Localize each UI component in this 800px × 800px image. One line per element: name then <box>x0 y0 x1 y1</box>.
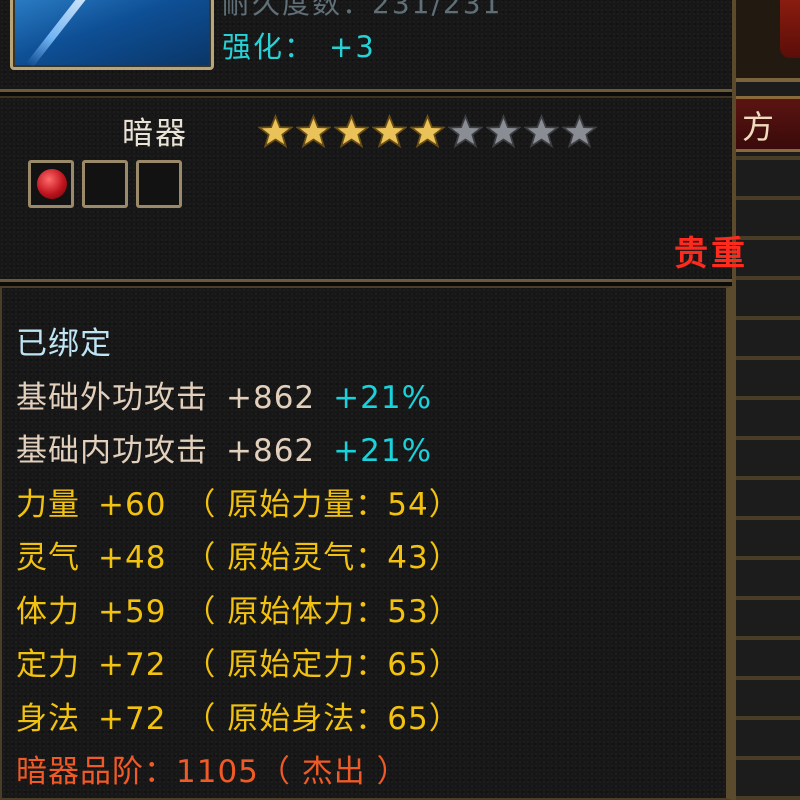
bound-status: 已绑定 <box>16 326 112 362</box>
original-label: （ 原始体力： <box>184 593 388 630</box>
grade-label: 暗器品阶： <box>16 754 176 790</box>
star-icon-filled <box>334 114 369 149</box>
original-value: 54 <box>387 486 429 523</box>
original-value: 65 <box>387 700 429 737</box>
stat-list: 已绑定 基础外功攻击 +862 +21% 基础内功攻击 +862 +21% 力量 +60 （ 原… <box>16 318 461 800</box>
original-label: （ 原始定力： <box>184 647 388 683</box>
red-gem-icon <box>37 169 67 199</box>
original-suffix: ） <box>428 486 461 523</box>
gem-socket-3[interactable] <box>136 160 182 208</box>
star-icon-filled <box>258 114 293 149</box>
stat-value: +862 <box>226 379 316 416</box>
stat-bonus: +21% <box>333 433 433 469</box>
original-label: （ 原始力量： <box>184 486 388 523</box>
attribute-label: 灵气 <box>16 540 80 576</box>
grade-line: 暗器品阶：1105（ 杰出 ） <box>16 746 461 800</box>
enhance-label: 强化： <box>222 30 316 64</box>
original-suffix: ） <box>428 700 461 737</box>
attribute-value: +48 <box>98 540 167 576</box>
star-icon-filled <box>410 114 445 149</box>
attribute-value: +60 <box>98 486 167 523</box>
attribute-line: 力量 +60 （ 原始力量：54） <box>16 479 461 533</box>
star-icon-empty <box>524 114 559 149</box>
stat-bonus: +21% <box>333 379 433 416</box>
item-header-panel: 耐久度数：231/231 强化： +3 <box>0 0 732 92</box>
attribute-value: +72 <box>98 647 167 683</box>
enhance-level: 强化： +3 <box>222 24 376 66</box>
attribute-value: +59 <box>98 593 167 630</box>
star-icon-filled <box>296 114 331 149</box>
attribute-line: 灵气 +48 （ 原始灵气：43） <box>16 532 461 586</box>
enhance-value: +3 <box>329 30 376 64</box>
original-suffix: ） <box>428 647 461 683</box>
right-tab[interactable]: 方 <box>736 96 800 152</box>
durability-text: 耐久度数：231/231 <box>222 0 503 20</box>
attribute-line: 体力 +59 （ 原始体力：53） <box>16 586 461 640</box>
base-attack-line: 基础内功攻击 +862 +21% <box>16 425 461 479</box>
attribute-label: 身法 <box>16 700 80 737</box>
star-rating <box>258 114 597 149</box>
star-icon-empty <box>486 114 521 149</box>
stat-label: 基础外功攻击 <box>16 379 208 416</box>
attribute-label: 体力 <box>16 593 80 630</box>
attribute-label: 力量 <box>16 486 80 523</box>
right-tab-label: 方 <box>742 108 775 146</box>
original-label: （ 原始灵气： <box>184 540 388 576</box>
throwing-weapon-icon <box>10 0 214 70</box>
star-icon-filled <box>372 114 407 149</box>
stat-label: 基础内功攻击 <box>16 433 208 469</box>
stat-value: +862 <box>226 433 316 469</box>
attribute-value: +72 <box>98 700 167 737</box>
original-suffix: ） <box>428 593 461 630</box>
attribute-label: 定力 <box>16 647 80 683</box>
star-icon-empty <box>562 114 597 149</box>
attribute-line: 定力 +72 （ 原始定力：65） <box>16 639 461 693</box>
original-value: 65 <box>387 647 429 683</box>
original-suffix: ） <box>428 540 461 576</box>
item-type: 暗器 <box>122 116 188 152</box>
gem-socket-1[interactable] <box>28 160 74 208</box>
gem-socket-2[interactable] <box>82 160 128 208</box>
right-item-frame <box>736 0 800 82</box>
original-value: 53 <box>387 593 429 630</box>
quality-label: 贵重 <box>674 234 748 274</box>
original-value: 43 <box>387 540 429 576</box>
attribute-line: 身法 +72 （ 原始身法：65） <box>16 693 461 747</box>
grade-value: 1105 <box>176 754 259 790</box>
base-attack-line: 基础外功攻击 +862 +21% <box>16 372 461 426</box>
original-label: （ 原始身法： <box>184 700 388 737</box>
grade-note: （ 杰出 ） <box>258 754 409 790</box>
star-icon-empty <box>448 114 483 149</box>
gem-sockets <box>28 160 182 208</box>
ruby-icon <box>780 0 800 58</box>
